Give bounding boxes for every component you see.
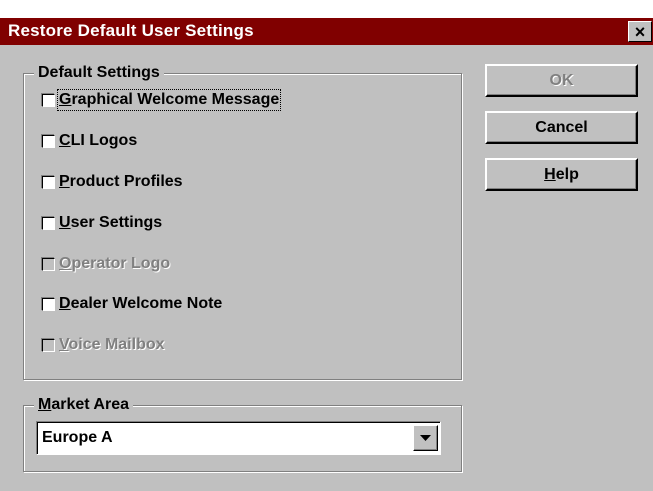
market-area-dropdown-button[interactable]	[413, 425, 438, 451]
checkbox-box[interactable]	[42, 216, 55, 230]
checkbox-label: Graphical Welcome Message	[56, 89, 282, 111]
checkbox-label: Product Profiles	[59, 173, 183, 190]
checkbox-label: Voice Mailbox	[59, 336, 165, 353]
cancel-button[interactable]: Cancel	[485, 111, 638, 144]
default-settings-legend: Default Settings	[34, 64, 164, 82]
checkbox-dealer-welcome-note[interactable]: Dealer Welcome Note	[42, 293, 222, 315]
ok-button[interactable]: OK	[485, 64, 638, 97]
market-area-value: Europe A	[42, 429, 113, 446]
checkbox-label: User Settings	[59, 214, 163, 231]
checkbox-cli-logos[interactable]: CLI Logos	[42, 130, 137, 152]
help-button-label: Help	[544, 165, 579, 183]
help-button[interactable]: Help	[485, 158, 638, 191]
checkbox-box[interactable]	[42, 93, 55, 107]
cancel-button-label: Cancel	[535, 118, 588, 136]
checkbox-box	[42, 338, 55, 352]
close-button[interactable]: ×	[628, 21, 652, 42]
checkbox-product-profiles[interactable]: Product Profiles	[42, 171, 183, 193]
checkbox-user-settings[interactable]: User Settings	[42, 212, 162, 234]
ok-button-label: OK	[549, 71, 574, 89]
checkbox-box[interactable]	[42, 175, 55, 189]
checkbox-box	[42, 257, 55, 271]
background-strip	[0, 0, 653, 18]
checkbox-box[interactable]	[42, 297, 55, 311]
chevron-down-icon	[420, 434, 431, 441]
window-title: Restore Default User Settings	[8, 21, 254, 40]
checkbox-operator-logo: Operator Logo	[42, 253, 170, 275]
checkbox-label: Dealer Welcome Note	[59, 295, 223, 312]
checkbox-label: Operator Logo	[59, 255, 171, 272]
checkbox-voice-mailbox: Voice Mailbox	[42, 334, 165, 356]
checkbox-graphical-welcome-message[interactable]: Graphical Welcome Message	[42, 89, 282, 111]
checkbox-box[interactable]	[42, 134, 55, 148]
market-area-legend: Market Area	[34, 396, 134, 414]
checkbox-label: CLI Logos	[59, 132, 138, 149]
title-bar[interactable]: Restore Default User Settings ×	[0, 18, 653, 45]
market-area-select[interactable]: Europe A	[36, 421, 441, 455]
close-icon: ×	[634, 21, 646, 42]
